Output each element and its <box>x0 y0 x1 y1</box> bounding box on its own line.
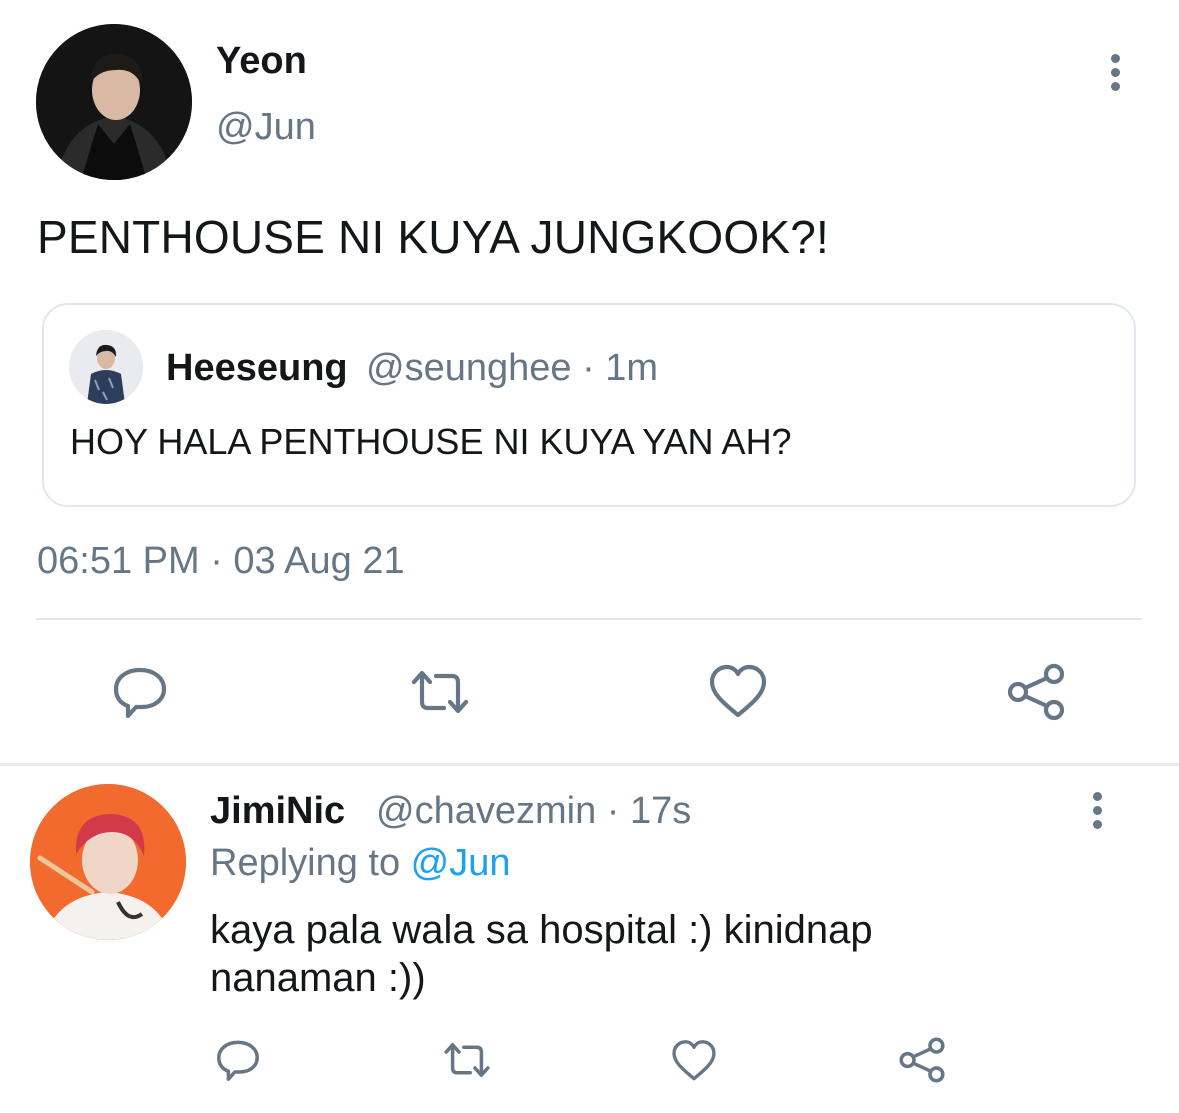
more-options-icon[interactable] <box>1098 54 1132 96</box>
replying-to-label: Replying to <box>210 842 411 884</box>
replying-to-handle[interactable]: @Jun <box>411 842 511 884</box>
quoted-meta: @seunghee · 1m <box>366 347 659 389</box>
replying-to: Replying to @Jun <box>210 842 511 885</box>
avatar[interactable] <box>36 24 192 180</box>
reply-more-options-icon[interactable] <box>1082 792 1112 832</box>
handle[interactable]: @Jun <box>216 106 316 149</box>
reply-display-name[interactable]: JimiNic <box>210 790 345 833</box>
quoted-avatar <box>69 330 143 404</box>
avatar-image <box>36 24 192 180</box>
reply-share-icon[interactable] <box>898 1036 946 1084</box>
tweet-timestamp[interactable]: 06:51 PM · 03 Aug 21 <box>37 540 405 583</box>
like-icon[interactable] <box>708 662 768 722</box>
quoted-tweet[interactable]: Heeseung @seunghee · 1m HOY HALA PENTHOU… <box>42 303 1136 507</box>
reply-meta: @chavezmin · 17s <box>376 790 692 832</box>
reply-reply-icon[interactable] <box>214 1036 262 1084</box>
retweet-icon[interactable] <box>410 662 470 722</box>
tweet-text: PENTHOUSE NI KUYA JUNGKOOK?! <box>37 211 830 263</box>
quoted-avatar-image <box>69 330 143 404</box>
share-icon[interactable] <box>1006 662 1066 722</box>
reply-icon[interactable] <box>110 662 170 722</box>
reply-like-icon[interactable] <box>670 1038 718 1084</box>
reply-avatar-image <box>30 784 186 940</box>
reply-retweet-icon[interactable] <box>442 1036 492 1084</box>
display-name[interactable]: Yeon <box>216 40 307 83</box>
main-tweet: Yeon @Jun PENTHOUSE NI KUYA JUNGKOOK?! H… <box>0 0 1179 765</box>
reply-avatar[interactable] <box>30 784 186 940</box>
quoted-text: HOY HALA PENTHOUSE NI KUYA YAN AH? <box>70 421 792 462</box>
reply-tweet[interactable]: JimiNic @chavezmin · 17s Replying to @Ju… <box>0 766 1179 1113</box>
divider <box>36 618 1142 620</box>
reply-text: kaya pala wala sa hospital :) kinidnap n… <box>210 908 873 1000</box>
quoted-display-name: Heeseung <box>166 347 348 389</box>
